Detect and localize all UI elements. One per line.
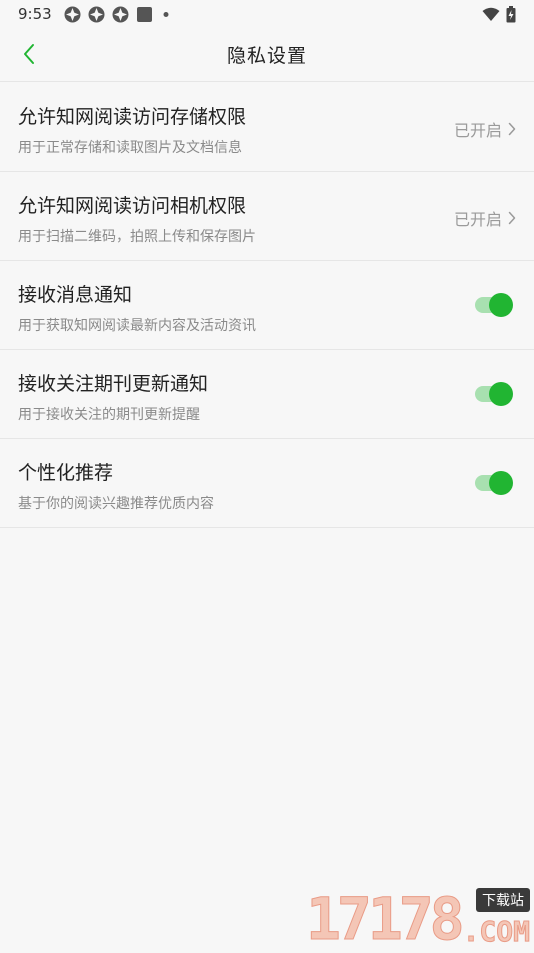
wifi-icon (482, 7, 500, 21)
status-bar: 9:53 (0, 0, 534, 28)
setting-description: 基于你的阅读兴趣推荐优质内容 (18, 496, 214, 512)
setting-title: 允许知网阅读访问相机权限 (18, 195, 247, 217)
square-icon (136, 6, 152, 22)
watermark-digits: 17178 (306, 885, 466, 953)
setting-journal-update-notifications: 接收关注期刊更新通知 用于接收关注的期刊更新提醒 (0, 350, 534, 439)
permission-status-link[interactable]: 已开启 (454, 117, 516, 141)
site-watermark: 17178 下载站 .COM (306, 888, 532, 950)
watermark-suffix: .COM (462, 915, 530, 949)
setting-message-notifications: 接收消息通知 用于获取知网阅读最新内容及活动资讯 (0, 261, 534, 350)
message-notifications-toggle[interactable] (475, 293, 513, 317)
watermark-tag: 下载站 (476, 888, 530, 912)
journal-update-notifications-toggle[interactable] (475, 382, 513, 406)
dot-icon (163, 11, 169, 17)
setting-description: 用于扫描二维码，拍照上传和保存图片 (18, 229, 256, 245)
chevron-right-icon (508, 211, 516, 225)
setting-title: 接收关注期刊更新通知 (18, 373, 209, 395)
back-button[interactable] (14, 39, 44, 69)
permission-status-text: 已开启 (453, 210, 502, 229)
setting-storage-permission[interactable]: 允许知网阅读访问存储权限 用于正常存储和读取图片及文档信息 已开启 (0, 83, 534, 172)
setting-title: 个性化推荐 (18, 462, 114, 484)
setting-description: 用于正常存储和读取图片及文档信息 (18, 140, 242, 156)
app-notification-icon (112, 6, 129, 22)
toggle-knob (489, 293, 513, 317)
battery-charging-icon (506, 5, 516, 22)
personalized-recommendations-toggle[interactable] (475, 471, 513, 495)
toggle-knob (489, 382, 513, 406)
toggle-knob (489, 471, 513, 495)
status-time: 9:53 (18, 5, 52, 23)
app-header: 隐私设置 (0, 28, 534, 82)
app-notification-icon (88, 6, 105, 22)
chevron-left-icon (24, 44, 34, 64)
setting-title: 接收消息通知 (18, 284, 133, 306)
permission-status-text: 已开启 (453, 121, 502, 140)
chevron-right-icon (508, 122, 516, 136)
setting-description: 用于获取知网阅读最新内容及活动资讯 (18, 318, 256, 334)
setting-title: 允许知网阅读访问存储权限 (18, 106, 247, 128)
settings-list: 允许知网阅读访问存储权限 用于正常存储和读取图片及文档信息 已开启 允许知网阅读… (0, 83, 534, 528)
setting-description: 用于接收关注的期刊更新提醒 (18, 407, 200, 423)
status-system-icons (482, 5, 516, 23)
page-title: 隐私设置 (226, 45, 307, 67)
permission-status-link[interactable]: 已开启 (454, 206, 516, 230)
setting-camera-permission[interactable]: 允许知网阅读访问相机权限 用于扫描二维码，拍照上传和保存图片 已开启 (0, 172, 534, 261)
status-notification-icons (64, 6, 172, 23)
app-notification-icon (64, 6, 81, 22)
setting-personalized-recommendations: 个性化推荐 基于你的阅读兴趣推荐优质内容 (0, 439, 534, 528)
